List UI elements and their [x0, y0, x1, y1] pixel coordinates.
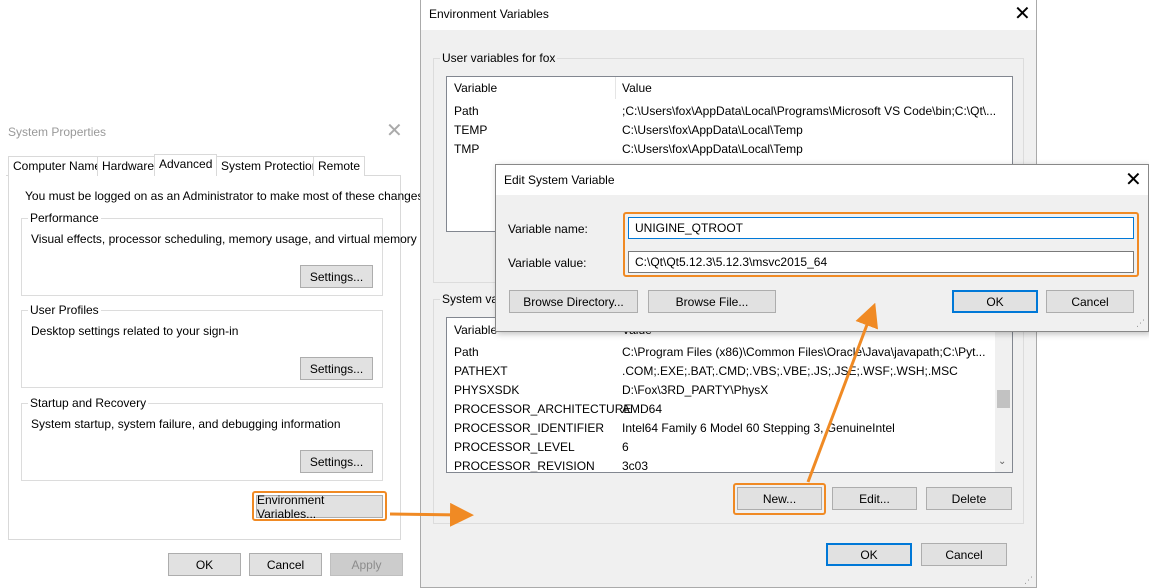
arrow-to-env-window: [389, 502, 474, 527]
annotation-arrows: [389, 302, 879, 527]
arrow-to-edit-dialog: [806, 302, 879, 483]
